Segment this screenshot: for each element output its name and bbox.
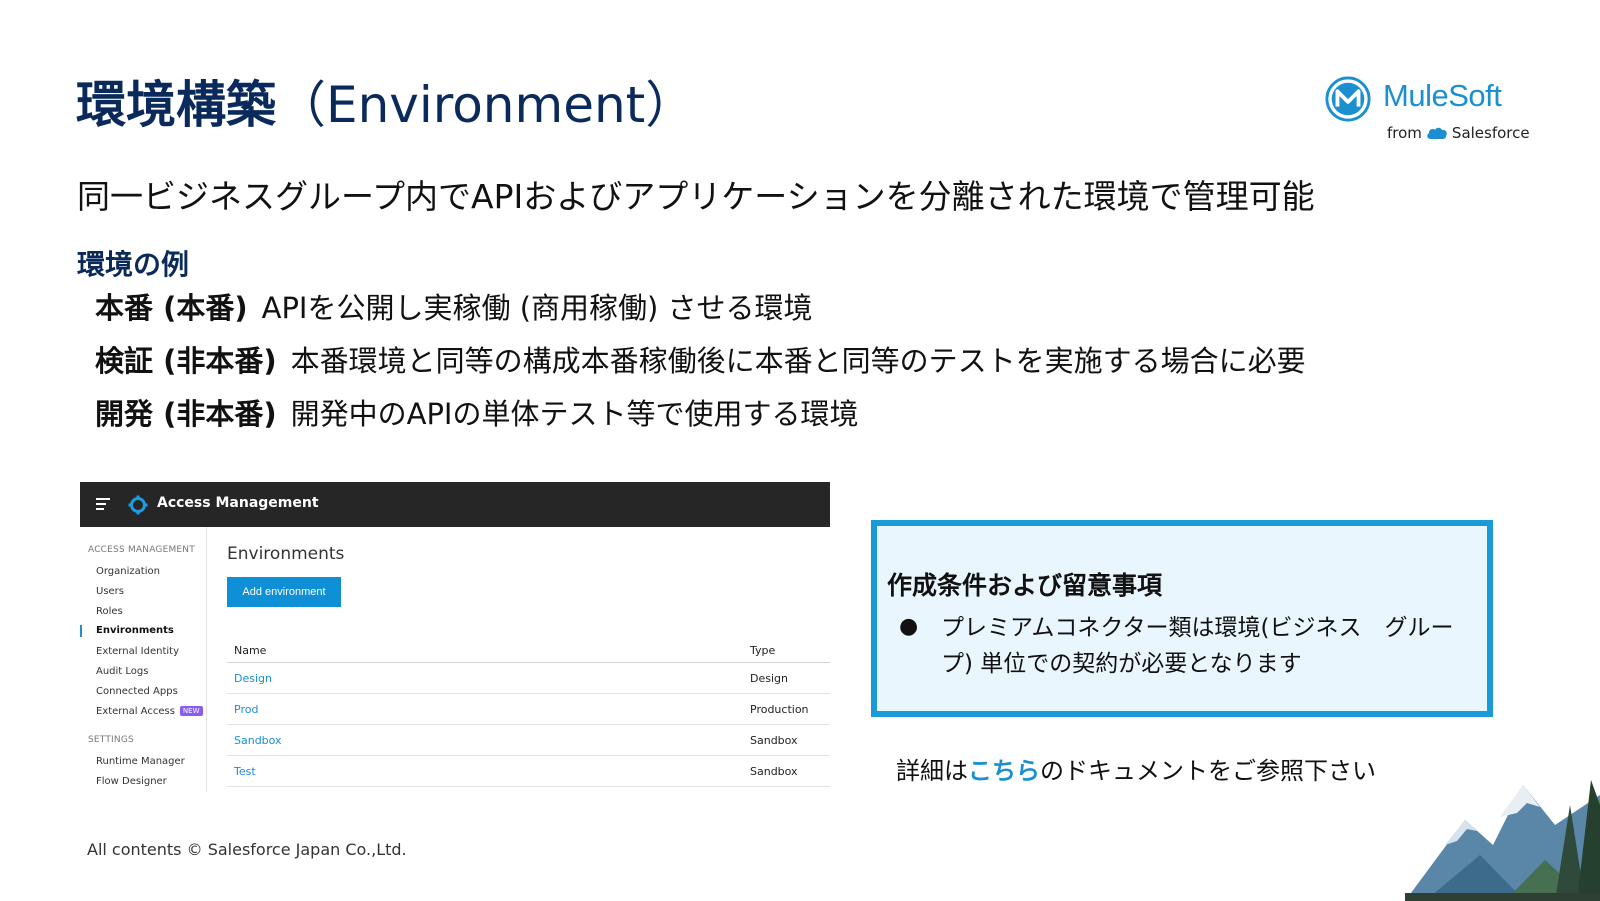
logo-subline: from Salesforce [1387,124,1530,142]
slide-title-sub: （Environment） [276,76,696,134]
logo-wordmark: MuleSoft [1383,78,1502,113]
table-row: Design Design [227,663,830,694]
environments-table: Name Type Design Design Prod Production … [227,636,830,787]
example-desc: 本番環境と同等の構成本番稼働後に本番と同等のテストを実施する場合に必要 [290,344,1306,378]
conditions-note-box: 作成条件および留意事項 ● プレミアムコネクター類は環境(ビジネス グループ) … [871,520,1493,717]
logo-from: from [1387,124,1422,142]
new-badge: NEW [179,706,203,716]
sidebar-item-audit-logs[interactable]: Audit Logs [96,666,148,677]
doc-prefix: 詳細は [896,757,968,785]
examples-heading: 環境の例 [77,248,190,281]
page-title: Environments [227,544,345,564]
mountain-illustration [1405,780,1600,901]
sidebar-item-label: External Access [96,706,175,717]
app-topbar: Access Management [80,482,830,527]
table-row: Prod Production [227,694,830,725]
example-staging: 検証 (非本番) 本番環境と同等の構成本番稼働後に本番と同等のテストを実施する場合… [95,338,1306,380]
gear-icon [128,495,148,515]
sidebar-item-external-access[interactable]: External Access NEW [96,706,203,717]
sidebar: ACCESS MANAGEMENT Organization Users Rol… [80,527,207,792]
example-label: 開発 (非本番) [95,397,277,431]
app-title: Access Management [157,495,319,511]
salesforce-cloud-icon [1427,127,1447,139]
bullet-icon: ● [899,614,919,639]
environment-type: Sandbox [750,765,798,778]
doc-suffix: のドキュメントをご参照下さい [1040,757,1376,785]
add-environment-button[interactable]: Add environment [227,577,341,607]
documentation-reference: 詳細はこちらのドキュメントをご参照下さい [896,751,1376,786]
environment-link[interactable]: Design [234,672,272,685]
slide-title: 環境構築（Environment） [76,70,695,140]
environment-type: Design [750,672,788,685]
sidebar-item-external-identity[interactable]: External Identity [96,646,179,657]
logo-parent: Salesforce [1451,124,1530,142]
note-title: 作成条件および留意事項 [887,571,1163,600]
example-production: 本番 (本番) APIを公開し実稼働 (商用稼働) させる環境 [95,285,813,327]
environment-type: Production [750,703,809,716]
example-desc: 開発中のAPIの単体テスト等で使用する環境 [290,397,859,431]
table-row: Sandbox Sandbox [227,725,830,756]
example-label: 本番 (本番) [95,291,248,325]
documentation-link[interactable]: こちら [968,757,1040,785]
sidebar-item-organization[interactable]: Organization [96,566,160,577]
note-bullet-text: プレミアムコネクター類は環境(ビジネス グループ) 単位での契約が必要となります [941,615,1454,677]
sidebar-item-connected-apps[interactable]: Connected Apps [96,686,178,697]
copyright-footer: All contents © Salesforce Japan Co.,Ltd. [87,840,407,859]
column-header-name[interactable]: Name [234,644,266,657]
sidebar-item-flow-designer[interactable]: Flow Designer [96,776,167,787]
mulesoft-logo: MuleSoft from Salesforce [1325,72,1530,144]
sidebar-section-access-management: ACCESS MANAGEMENT [88,545,195,555]
active-item-marker [80,625,82,637]
sidebar-section-settings: SETTINGS [88,735,134,745]
sidebar-item-runtime-manager[interactable]: Runtime Manager [96,756,185,767]
example-label: 検証 (非本番) [95,344,277,378]
environment-link[interactable]: Prod [234,703,258,716]
table-header: Name Type [227,636,830,663]
example-development: 開発 (非本番) 開発中のAPIの単体テスト等で使用する環境 [95,391,859,433]
environment-link[interactable]: Sandbox [234,734,282,747]
lead-text: 同一ビジネスグループ内でAPIおよびアプリケーションを分離された環境で管理可能 [77,177,1315,216]
sidebar-item-roles[interactable]: Roles [96,606,123,617]
slide-title-main: 環境構築 [76,76,276,134]
menu-icon[interactable] [96,498,110,510]
sidebar-item-users[interactable]: Users [96,586,124,597]
column-header-type[interactable]: Type [750,644,775,657]
mulesoft-logo-icon [1325,76,1371,122]
sidebar-item-environments[interactable]: Environments [96,625,174,636]
table-row: Test Sandbox [227,756,830,787]
environment-link[interactable]: Test [234,765,256,778]
example-desc: APIを公開し実稼働 (商用稼働) させる環境 [261,291,813,325]
access-management-screenshot: Access Management ACCESS MANAGEMENT Orga… [80,482,830,792]
environment-type: Sandbox [750,734,798,747]
